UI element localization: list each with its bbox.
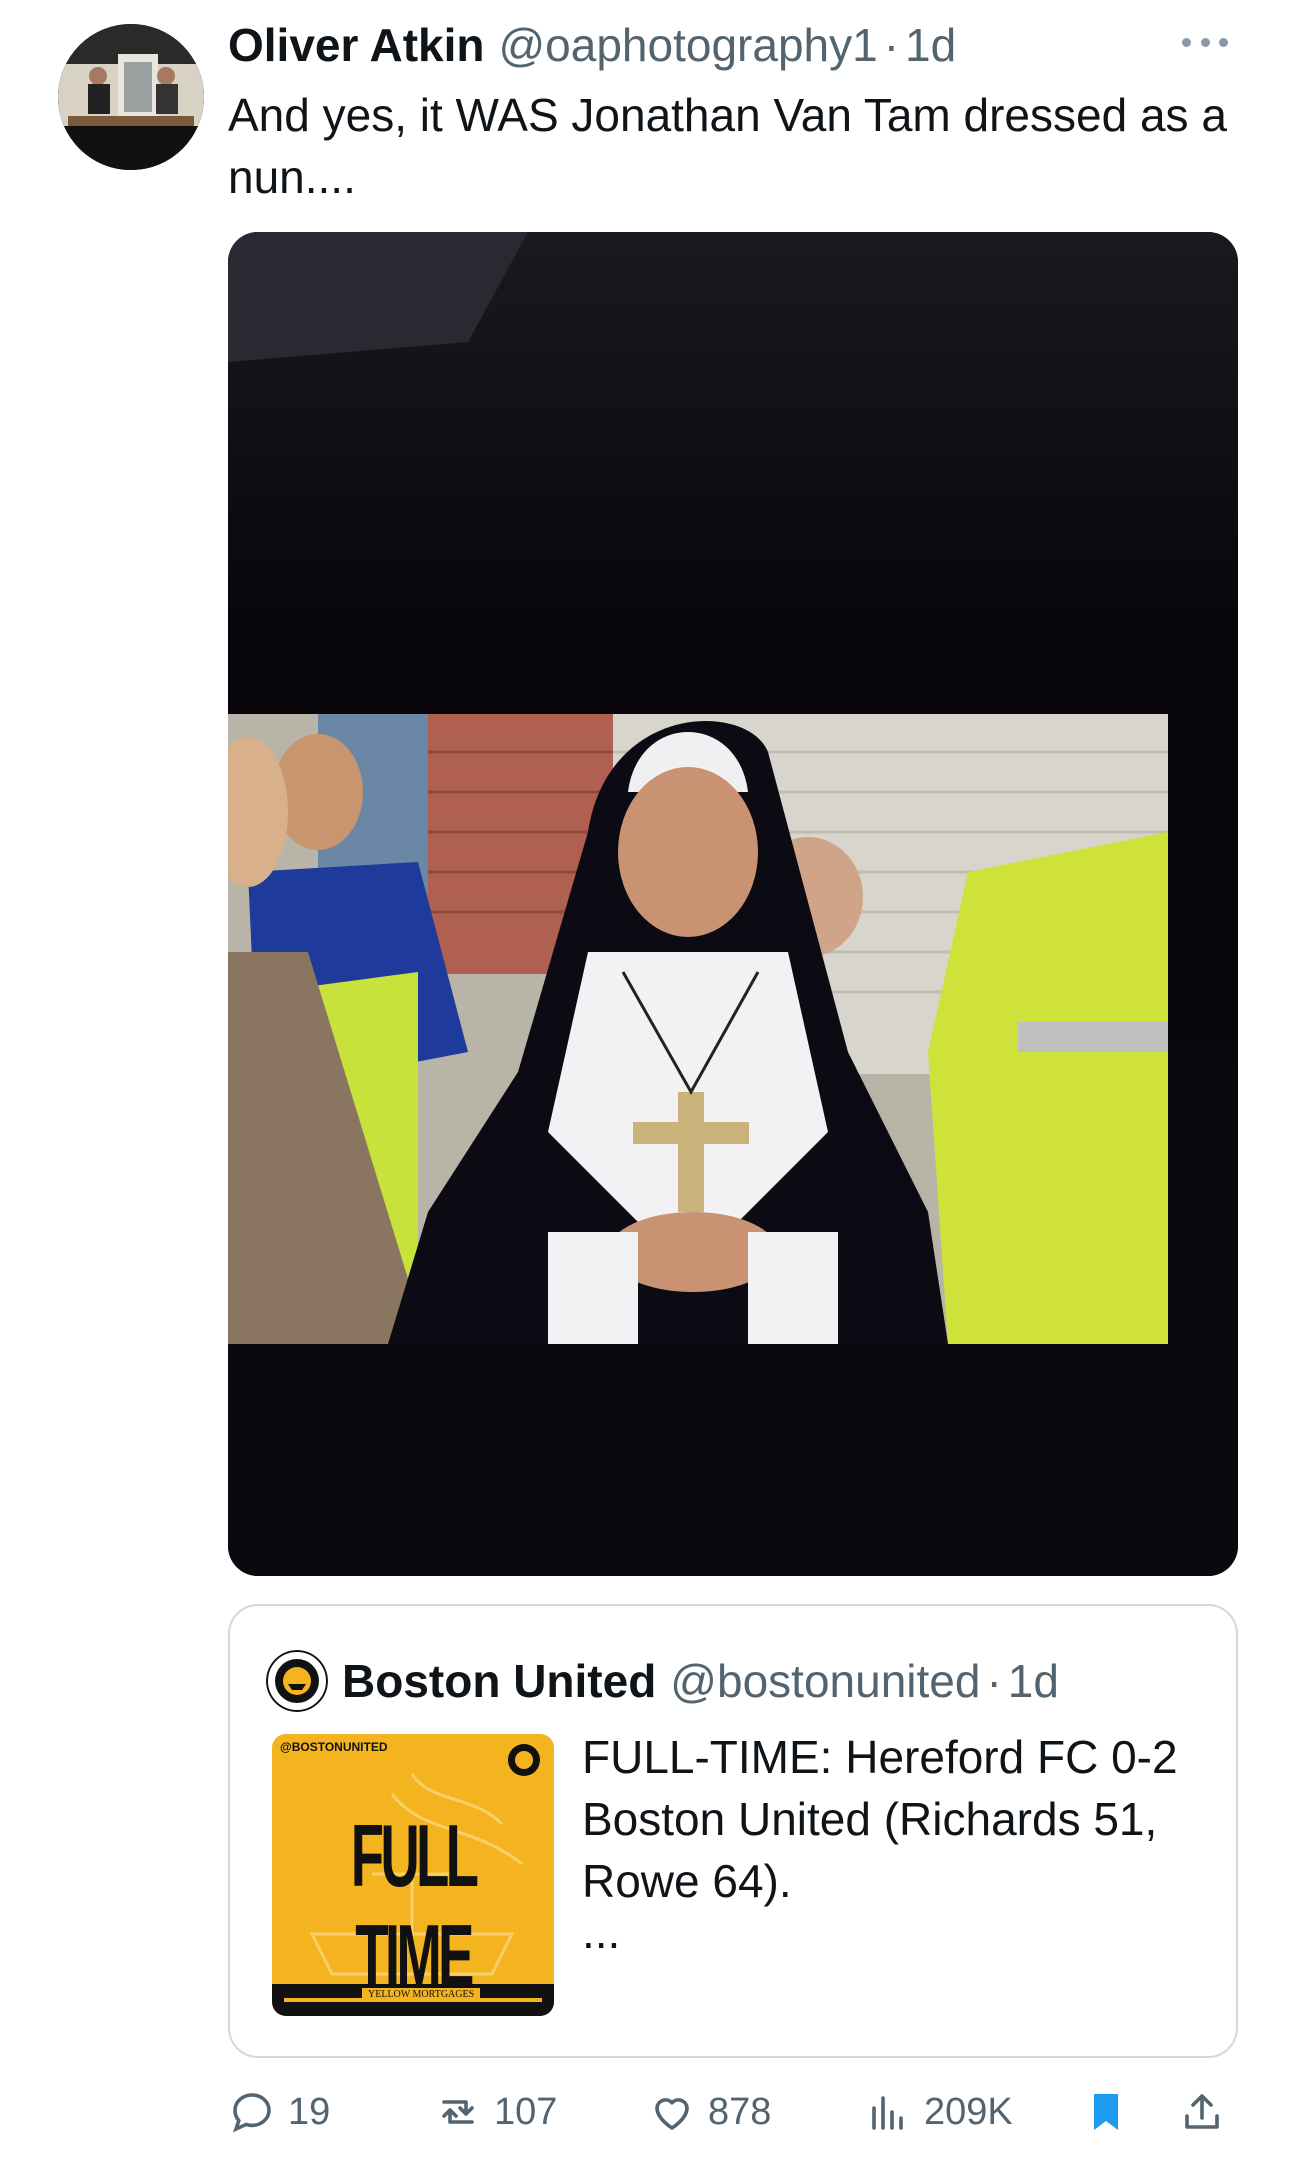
quoted-time[interactable]: 1d: [1008, 1654, 1059, 1708]
quoted-ellipsis: ...: [582, 1906, 621, 1958]
quoted-tweet[interactable]: Boston United @bostonunited · 1d @BOSTON…: [228, 1604, 1238, 2058]
camera-screen-photo: [228, 232, 1238, 1576]
quoted-separator: ·: [986, 1655, 1002, 1707]
quoted-tweet-text: FULL-TIME: Hereford FC 0-2 Boston United…: [582, 1726, 1202, 1958]
quoted-text: FULL-TIME: Hereford FC 0-2 Boston United…: [582, 1731, 1178, 1907]
avatar-photo: [58, 24, 204, 170]
bookmark-icon: [1094, 2094, 1118, 2130]
reply-button[interactable]: 19: [228, 2082, 330, 2142]
bookmark-button[interactable]: [1082, 2082, 1142, 2142]
share-icon: [1185, 2094, 1219, 2129]
view-count: 209K: [924, 2090, 1013, 2133]
thumbnail-headline: FULL TIME: [350, 1806, 479, 2005]
quoted-author-handle[interactable]: @bostonunited: [670, 1654, 980, 1708]
thumbnail-tag: @BOSTONUNITED: [280, 1740, 388, 1754]
author-handle[interactable]: @oaphotography1: [498, 18, 877, 72]
repost-count: 107: [494, 2090, 558, 2133]
repost-icon: [442, 2100, 474, 2124]
author-name[interactable]: Oliver Atkin: [228, 18, 484, 72]
share-button[interactable]: [1178, 2082, 1238, 2142]
quoted-tweet-header: Boston United @bostonunited · 1d: [266, 1650, 1059, 1712]
reply-count: 19: [288, 2090, 331, 2133]
views-button[interactable]: 209K: [864, 2082, 1013, 2142]
like-button[interactable]: 878: [648, 2082, 771, 2142]
reply-icon: [232, 2093, 271, 2133]
more-icon[interactable]: [1182, 32, 1228, 52]
tweet-text: And yes, it WAS Jonathan Van Tam dressed…: [228, 89, 1227, 203]
quoted-author-name[interactable]: Boston United: [342, 1654, 656, 1708]
tweet-time[interactable]: 1d: [905, 18, 956, 72]
views-icon: [872, 2096, 903, 2130]
like-count: 878: [708, 2090, 772, 2133]
quoted-thumbnail[interactable]: @BOSTONUNITED FULL TIME YELLOW MORTGAGES: [272, 1734, 554, 2016]
repost-button[interactable]: 107: [434, 2082, 557, 2142]
tweet-header: Oliver Atkin @oaphotography1 · 1d: [228, 18, 1230, 78]
action-bar: 19 107 878 209K: [228, 2082, 1238, 2142]
separator-dot: ·: [883, 19, 900, 71]
thumbnail-sponsor: YELLOW MORTGAGES: [362, 1988, 481, 2001]
like-icon: [655, 2098, 689, 2130]
author-avatar[interactable]: [58, 24, 204, 170]
tweet-media-photo[interactable]: [228, 232, 1238, 1576]
boston-united-logo[interactable]: [266, 1650, 328, 1712]
